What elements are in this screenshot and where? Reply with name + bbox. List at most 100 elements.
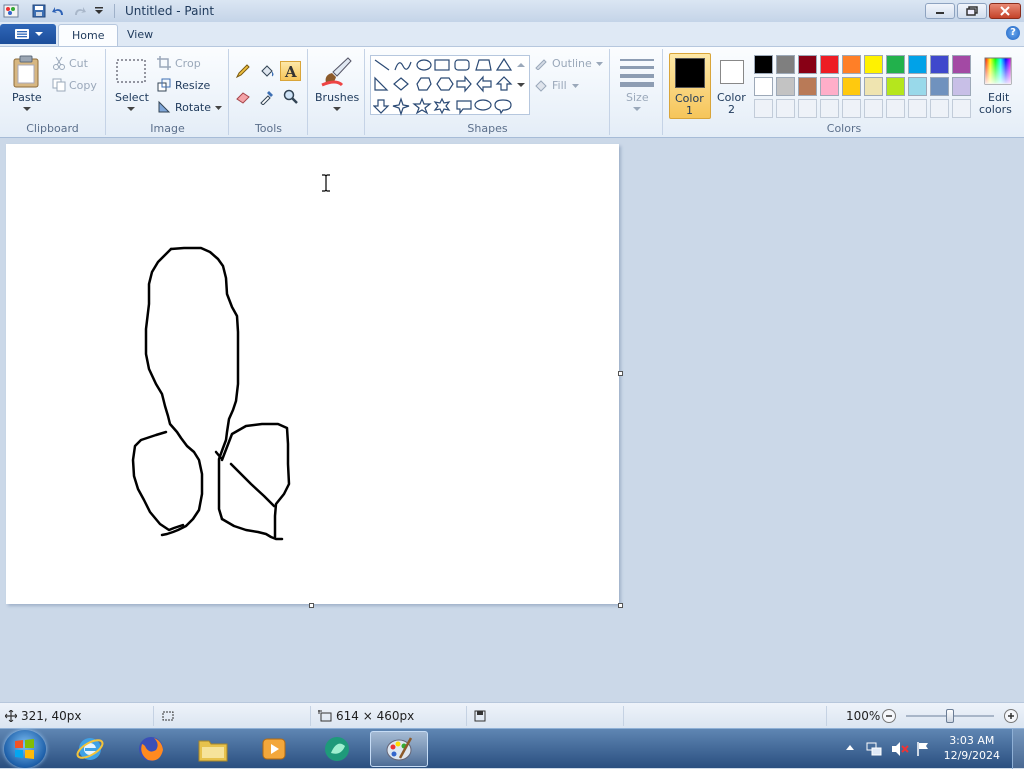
- select-button[interactable]: Select: [113, 51, 149, 117]
- volume-muted-icon[interactable]: [891, 741, 909, 757]
- palette-swatch[interactable]: [886, 77, 905, 96]
- clipboard-icon: [13, 55, 39, 88]
- system-clock[interactable]: 3:03 AM 12/9/2024: [944, 733, 1000, 763]
- palette-swatch[interactable]: [908, 55, 927, 74]
- close-button[interactable]: [989, 3, 1021, 19]
- edit-colors-line2: colors: [979, 103, 1012, 116]
- magnifier-tool-button[interactable]: [280, 87, 301, 107]
- start-button[interactable]: [4, 730, 46, 768]
- chevron-down-icon: [333, 107, 341, 111]
- taskbar-media-player[interactable]: [246, 731, 302, 767]
- palette-swatch[interactable]: [798, 55, 817, 74]
- show-desktop-button[interactable]: [1012, 729, 1024, 769]
- palette-swatch[interactable]: [952, 77, 971, 96]
- status-divider: [153, 706, 154, 726]
- tab-view[interactable]: View: [114, 24, 166, 46]
- palette-custom-slot[interactable]: [908, 99, 927, 118]
- file-menu-button[interactable]: [0, 24, 56, 44]
- paint-app-icon[interactable]: [2, 2, 20, 20]
- palette-swatch[interactable]: [842, 55, 861, 74]
- color1-swatch: [675, 58, 705, 88]
- palette-swatch[interactable]: [930, 55, 949, 74]
- outline-button[interactable]: Outline: [534, 55, 606, 73]
- help-icon[interactable]: ?: [1006, 26, 1020, 40]
- fill-button[interactable]: Fill: [534, 77, 606, 95]
- color2-label-line2: 2: [728, 103, 735, 116]
- clock-time: 3:03 AM: [949, 734, 995, 747]
- minus-icon: [886, 715, 892, 717]
- title-bar: Untitled - Paint: [0, 0, 1024, 22]
- palette-swatch[interactable]: [930, 77, 949, 96]
- brushes-group: Brushes: [309, 49, 365, 135]
- palette-custom-slot[interactable]: [842, 99, 861, 118]
- palette-swatch[interactable]: [776, 77, 795, 96]
- palette-swatch[interactable]: [864, 77, 883, 96]
- palette-custom-slot[interactable]: [798, 99, 817, 118]
- text-tool-button[interactable]: A: [280, 61, 301, 81]
- taskbar-app-green[interactable]: [309, 731, 365, 767]
- undo-icon[interactable]: [50, 2, 68, 20]
- zoom-slider-thumb[interactable]: [946, 709, 954, 723]
- save-icon[interactable]: [30, 2, 48, 20]
- palette-swatch[interactable]: [820, 77, 839, 96]
- network-icon[interactable]: [866, 741, 882, 757]
- palette-swatch[interactable]: [886, 55, 905, 74]
- taskbar-paint[interactable]: [370, 731, 428, 767]
- maximize-button[interactable]: [957, 3, 987, 19]
- color2-button[interactable]: Color 2: [713, 53, 751, 119]
- palette-swatch[interactable]: [776, 55, 795, 74]
- eraser-tool-button[interactable]: [232, 87, 253, 107]
- zoom-out-button[interactable]: [882, 709, 896, 723]
- zoom-slider[interactable]: [906, 709, 994, 723]
- shapes-scroll-up[interactable]: [514, 56, 528, 74]
- brushes-button[interactable]: Brushes: [313, 51, 361, 117]
- colors-group-label: Colors: [826, 122, 862, 135]
- palette-swatch[interactable]: [864, 55, 883, 74]
- canvas-resize-handle-right[interactable]: [618, 371, 623, 376]
- palette-swatch[interactable]: [798, 77, 817, 96]
- palette-custom-slot[interactable]: [864, 99, 883, 118]
- rotate-button[interactable]: Rotate: [157, 99, 223, 117]
- redo-icon[interactable]: [70, 2, 88, 20]
- zoom-in-button[interactable]: [1004, 709, 1018, 723]
- palette-swatch[interactable]: [754, 55, 773, 74]
- canvas-resize-handle-corner[interactable]: [618, 603, 623, 608]
- palette-custom-slot[interactable]: [886, 99, 905, 118]
- paste-button[interactable]: Paste: [6, 51, 48, 117]
- palette-swatch[interactable]: [820, 55, 839, 74]
- minimize-button[interactable]: [925, 3, 955, 19]
- palette-custom-slot[interactable]: [776, 99, 795, 118]
- pencil-tool-button[interactable]: [232, 61, 253, 81]
- brush-icon: [321, 57, 352, 87]
- copy-button[interactable]: Copy: [52, 77, 102, 95]
- drawing-canvas[interactable]: [6, 144, 619, 604]
- shapes-scroll-down[interactable]: [514, 76, 528, 94]
- color-picker-tool-button[interactable]: [256, 87, 277, 107]
- taskbar-file-explorer[interactable]: [185, 731, 241, 767]
- select-rectangle-icon: [116, 59, 146, 83]
- action-center-flag-icon[interactable]: [916, 741, 930, 757]
- show-hidden-icons-button[interactable]: [845, 741, 857, 755]
- customize-quick-access-icon[interactable]: [90, 2, 108, 20]
- color1-button[interactable]: Color 1: [669, 53, 711, 119]
- rotate-icon: [158, 100, 171, 113]
- taskbar-firefox[interactable]: [123, 731, 179, 767]
- shapes-gallery[interactable]: [370, 55, 530, 116]
- palette-swatch[interactable]: [908, 77, 927, 96]
- cut-button[interactable]: Cut: [52, 55, 102, 73]
- fill-tool-button[interactable]: [256, 61, 277, 81]
- palette-swatch[interactable]: [952, 55, 971, 74]
- palette-custom-slot[interactable]: [754, 99, 773, 118]
- edit-colors-button[interactable]: Edit colors: [976, 53, 1020, 119]
- taskbar-internet-explorer[interactable]: [62, 731, 118, 767]
- palette-swatch[interactable]: [754, 77, 773, 96]
- palette-custom-slot[interactable]: [952, 99, 971, 118]
- palette-custom-slot[interactable]: [930, 99, 949, 118]
- tab-home[interactable]: Home: [58, 24, 119, 46]
- crop-button[interactable]: Crop: [157, 55, 223, 73]
- palette-swatch[interactable]: [842, 77, 861, 96]
- canvas-resize-handle-bottom[interactable]: [309, 603, 314, 608]
- resize-button[interactable]: Resize: [157, 77, 223, 95]
- palette-custom-slot[interactable]: [820, 99, 839, 118]
- size-button[interactable]: Size: [615, 51, 659, 117]
